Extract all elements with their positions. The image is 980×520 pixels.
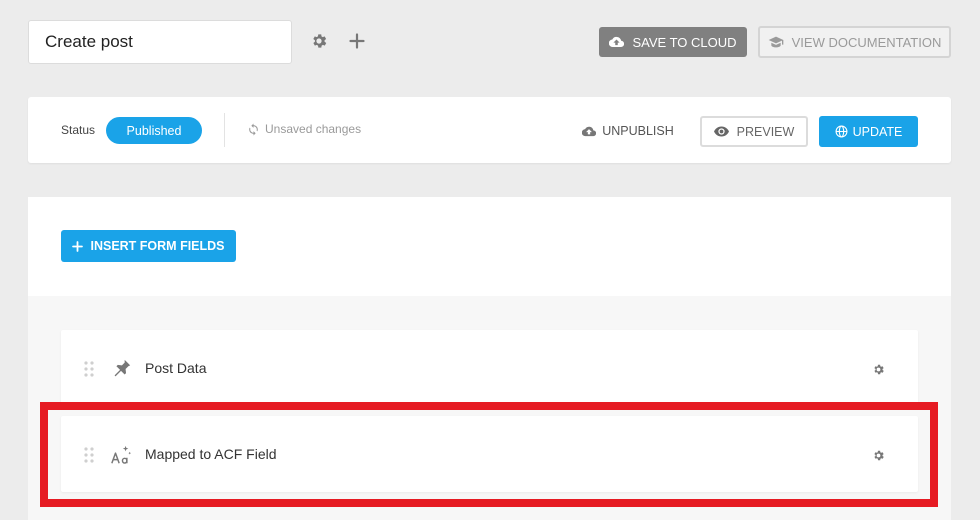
save-to-cloud-button[interactable]: SAVE TO CLOUD: [599, 27, 747, 57]
field-label: Mapped to ACF Field: [145, 446, 277, 462]
cloud-upload-icon: [609, 36, 625, 48]
gear-icon: [873, 364, 884, 374]
field-row-post-data[interactable]: Post Data: [61, 330, 918, 406]
plus-icon: [349, 33, 365, 49]
status-divider: [224, 113, 225, 147]
unpublish-button[interactable]: UNPUBLISH: [576, 116, 680, 146]
post-title-input[interactable]: [28, 20, 292, 64]
status-value: Published: [126, 123, 182, 138]
field-settings-button[interactable]: [869, 446, 887, 464]
status-badge[interactable]: Published: [106, 117, 202, 144]
view-documentation-button[interactable]: VIEW DOCUMENTATION: [758, 26, 951, 58]
form-panel-header: INSERT FORM FIELDS: [28, 197, 951, 296]
cloud-upload-icon: [582, 126, 597, 136]
field-label: Post Data: [145, 360, 207, 376]
insert-form-fields-label: INSERT FORM FIELDS: [90, 239, 225, 253]
unsaved-changes-text: Unsaved changes: [265, 122, 362, 136]
globe-icon: [835, 125, 848, 138]
pin-icon: [114, 359, 131, 377]
gear-icon: [873, 450, 884, 460]
plus-icon: [72, 240, 84, 252]
status-bar: Status Published Unsaved changes UNPUBLI…: [28, 97, 951, 163]
text-format-icon: [111, 445, 132, 464]
preview-button[interactable]: PREVIEW: [700, 116, 808, 147]
add-button[interactable]: [345, 29, 369, 53]
save-to-cloud-label: SAVE TO CLOUD: [632, 34, 737, 50]
view-documentation-label: VIEW DOCUMENTATION: [791, 34, 942, 50]
field-row-mapped-acf[interactable]: Mapped to ACF Field: [61, 416, 918, 492]
unpublish-label: UNPUBLISH: [602, 124, 674, 138]
unsaved-changes-indicator: Unsaved changes: [247, 122, 361, 136]
status-label: Status: [61, 123, 96, 137]
insert-form-fields-button[interactable]: INSERT FORM FIELDS: [61, 230, 236, 262]
field-settings-button[interactable]: [869, 360, 887, 378]
drag-handle-icon[interactable]: [83, 360, 95, 378]
drag-handle-icon[interactable]: [83, 446, 95, 464]
update-button[interactable]: UPDATE: [819, 116, 918, 147]
eye-icon: [713, 126, 729, 137]
update-label: UPDATE: [852, 124, 903, 139]
preview-label: PREVIEW: [736, 124, 795, 139]
form-fields-panel: INSERT FORM FIELDS Post Data Mapped to A…: [28, 197, 951, 520]
settings-button[interactable]: [307, 29, 331, 53]
gear-icon: [313, 34, 327, 48]
graduation-cap-icon: [768, 36, 783, 48]
sync-icon: [249, 123, 258, 135]
